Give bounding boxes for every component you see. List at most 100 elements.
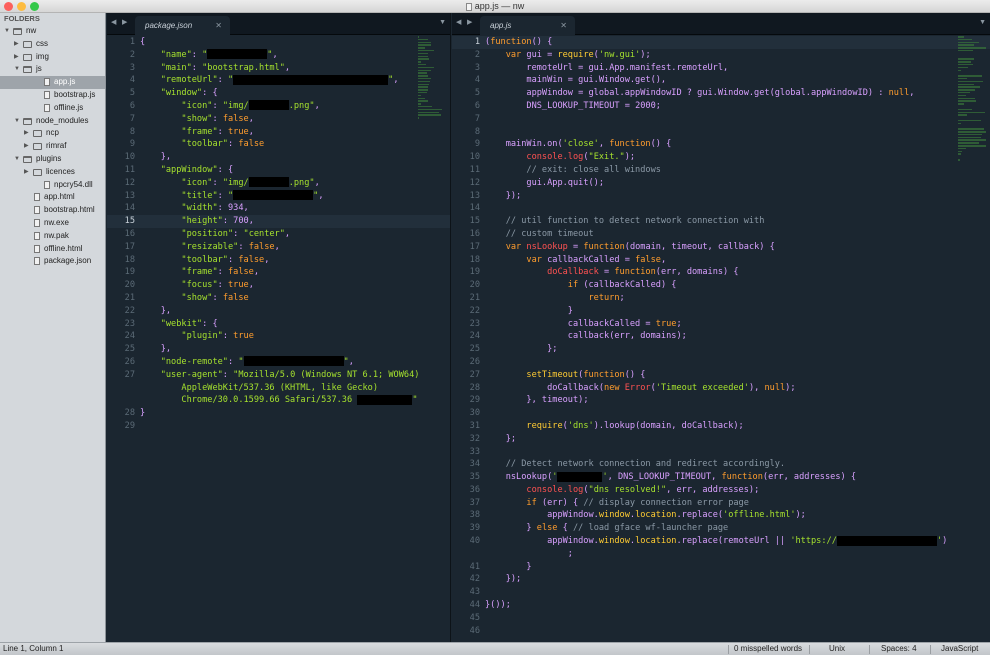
sidebar: FOLDERS ▼ nw ▶ css ▶ img ▼ js app.js bootstrap.js… [0, 13, 106, 642]
code-token: function [609, 139, 651, 150]
sidebar-item-package-json[interactable]: package.json [0, 255, 105, 268]
disclosure-closed-icon[interactable]: ▶ [14, 38, 19, 51]
disclosure-closed-icon[interactable]: ▶ [24, 140, 29, 153]
code-line: // util function to detect network conne… [485, 215, 947, 228]
close-window-button[interactable] [4, 2, 13, 11]
nav-back-icon[interactable]: ◀ [111, 18, 116, 26]
code-line: "name": " ", [140, 49, 419, 62]
minimap-line [418, 83, 430, 86]
line-number: 28 [124, 408, 135, 419]
sidebar-item-bootstrap-js[interactable]: bootstrap.js [0, 89, 105, 102]
sidebar-item-node-modules[interactable]: ▼ node_modules [0, 115, 105, 128]
redacted-text [207, 49, 268, 60]
sidebar-item-label: app.js [54, 77, 76, 87]
syntax-selector[interactable]: JavaScript [941, 643, 978, 655]
code-token: (domain, timeout, callback) { [624, 241, 775, 252]
line-number: 18 [469, 254, 480, 265]
sidebar-item-label: npcry54.dll [54, 179, 93, 189]
nav-forward-icon[interactable]: ▶ [122, 18, 127, 26]
disclosure-open-icon[interactable]: ▼ [4, 25, 10, 38]
code-token: doCallback( [547, 382, 605, 393]
spellcheck-status[interactable]: 0 misspelled words [734, 643, 802, 655]
minimap-line [958, 145, 986, 147]
minimap[interactable] [418, 36, 448, 119]
status-divider [930, 645, 931, 654]
sidebar-item-plugins[interactable]: ▼ plugins [0, 153, 105, 166]
code-area[interactable]: (function() { var gui = require('nw.gui'… [485, 36, 947, 637]
line-number: 1 [474, 37, 480, 47]
sidebar-item-nw-exe[interactable]: nw.exe [0, 217, 105, 230]
code-line: doCallback = function(err, domains) { [485, 266, 947, 279]
code-line: ; [485, 548, 947, 561]
sidebar-item-nw[interactable]: ▼ nw [0, 25, 105, 38]
code-token: "show" [181, 113, 213, 124]
code-token: 2000 [635, 100, 656, 111]
sidebar-item-nw-pak[interactable]: nw.pak [0, 230, 105, 243]
tab-dropdown-icon[interactable]: ▼ [439, 19, 446, 26]
redacted-text [248, 100, 289, 111]
code-token: , [253, 267, 260, 278]
disclosure-open-icon[interactable]: ▼ [14, 63, 20, 76]
line-number: 28 [469, 382, 480, 393]
code-line: if (callbackCalled) { [485, 279, 947, 292]
zoom-window-button[interactable] [30, 2, 39, 11]
minimap-line [958, 142, 980, 144]
sidebar-item-app-html[interactable]: app.html [0, 191, 105, 204]
tab-close-icon[interactable]: ✕ [560, 21, 567, 30]
line-number: 26 [124, 356, 135, 367]
minimap[interactable] [958, 36, 988, 161]
minimap-line [958, 94, 966, 97]
minimize-window-button[interactable] [17, 2, 26, 11]
tab-dropdown-icon[interactable]: ▼ [979, 19, 986, 26]
sidebar-item-img[interactable]: ▶ img [0, 51, 105, 64]
sidebar-item-label: bootstrap.js [54, 89, 96, 99]
indentation-selector[interactable]: Spaces: 4 [881, 643, 917, 655]
nav-back-icon[interactable]: ◀ [456, 18, 461, 26]
disclosure-closed-icon[interactable]: ▶ [14, 51, 19, 64]
sidebar-item-bootstrap-html[interactable]: bootstrap.html [0, 204, 105, 217]
code-line: "title": " ", [140, 190, 419, 203]
tab-package-json[interactable]: package.json ✕ [135, 16, 230, 35]
line-number: 15 [469, 216, 480, 227]
sidebar-item-rimraf[interactable]: ▶ rimraf [0, 140, 105, 153]
sidebar-item-licences[interactable]: ▶ licences [0, 166, 105, 179]
code-token: , [274, 241, 280, 252]
minimap-line [958, 83, 974, 86]
nav-forward-icon[interactable]: ▶ [467, 18, 472, 26]
minimap-line [418, 111, 439, 114]
code-line: }; [485, 343, 947, 356]
code-line: "appWindow": { [140, 164, 419, 177]
sidebar-item-css[interactable]: ▶ css [0, 38, 105, 51]
sidebar-item-npcry54-dll[interactable]: npcry54.dll [0, 179, 105, 192]
disclosure-open-icon[interactable]: ▼ [14, 115, 20, 128]
code-area[interactable]: { "name": " ", "main": "bootstrap.html", … [140, 36, 419, 433]
line-number [452, 548, 480, 561]
line-number [107, 394, 135, 407]
code-token: null [764, 382, 786, 393]
sidebar-item-js[interactable]: ▼ js [0, 63, 105, 76]
tab-close-icon[interactable]: ✕ [215, 21, 222, 30]
disclosure-closed-icon[interactable]: ▶ [24, 166, 29, 179]
sidebar-item-app-js[interactable]: app.js [0, 76, 105, 89]
tab-app-js[interactable]: app.js ✕ [480, 16, 575, 35]
line-number: 41 [469, 561, 480, 572]
code-token: 'offline.html' [723, 510, 796, 521]
disclosure-open-icon[interactable]: ▼ [14, 153, 20, 166]
window-title: app.js — nw [474, 1, 525, 11]
sidebar-item-offline-js[interactable]: offline.js [0, 102, 105, 115]
code-token: "resizable" [181, 241, 239, 252]
sidebar-item-ncp[interactable]: ▶ ncp [0, 127, 105, 140]
disclosure-closed-icon[interactable]: ▶ [24, 127, 29, 140]
code-line: setTimeout(function() { [485, 369, 947, 382]
line-endings-selector[interactable]: Unix [829, 643, 845, 655]
sidebar-item-offline-html[interactable]: offline.html [0, 243, 105, 256]
minimap-line [958, 44, 974, 46]
code-token: false [222, 113, 249, 124]
file-tree: ▼ nw ▶ css ▶ img ▼ js app.js bootstrap.js offline.… [0, 25, 105, 268]
code-token: false [238, 254, 265, 265]
